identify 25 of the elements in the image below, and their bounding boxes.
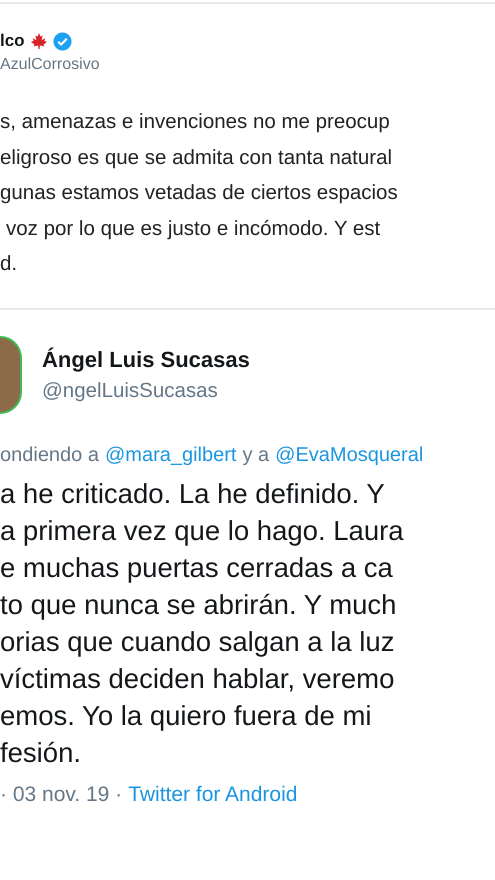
tweet-text-line: s, amenazas e invenciones no me preocup [0, 109, 390, 135]
user-handle: @ngelLuisSucasas [42, 378, 218, 402]
tweet-text-line: a primera vez que lo hago. Laura [0, 514, 404, 548]
author-name: lco [0, 31, 25, 51]
reply-label: ondiendo a [0, 444, 99, 466]
tweet-text-line: orias que cuando salgan a la luz [0, 624, 394, 659]
tweet-text-line: a he criticado. La he definido. Y [0, 476, 385, 510]
tweet-text-line: e muchas puertas cerradas a ca [0, 550, 393, 585]
tweet-text-line: voz por lo que es justo e incómodo. Y est [6, 216, 380, 242]
user-handle: AzulCorrosivo [0, 56, 100, 74]
tweet-text-line: fesión. [0, 736, 82, 770]
mention-link[interactable]: @mara_gilbert [104, 444, 236, 466]
mention-link[interactable]: @EvaMosqueral [275, 444, 424, 466]
tweet-text-line: to que nunca se abrirán. Y much [0, 588, 396, 622]
tweet-text-line: víctimas deciden hablar, veremo [0, 662, 394, 696]
tweet-date: · 03 nov. 19 · [0, 782, 122, 806]
tweet-text-line: eligroso es que se admita con tanta natural [0, 144, 392, 170]
author-name: Ángel Luis Sucasas [42, 346, 250, 372]
tweet-text-line: gunas estamos vetadas de ciertos espacios [0, 180, 398, 206]
tweet-text-line: emos. Yo la quiero fuera de mi [0, 698, 372, 733]
tweet-text-line: d. [0, 251, 18, 277]
avatar[interactable] [0, 336, 22, 414]
maple-leaf-icon [30, 32, 48, 50]
source-link[interactable]: Twitter for Android [128, 782, 298, 806]
reply-label: y a [242, 444, 270, 466]
